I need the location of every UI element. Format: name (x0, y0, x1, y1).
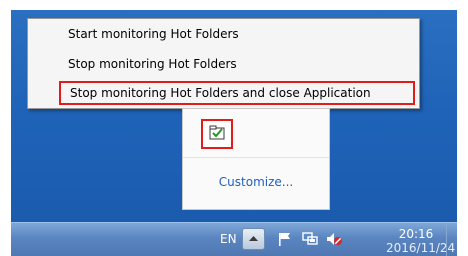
up-arrow-icon (249, 236, 258, 241)
notification-area-overflow: Customize... (182, 108, 330, 210)
show-desktop-button[interactable] (446, 223, 457, 256)
network-icon[interactable] (301, 231, 319, 247)
system-clock[interactable]: 20:16 2016/11/24 (386, 227, 456, 255)
language-indicator[interactable]: EN (220, 232, 237, 246)
clock-date: 2016/11/24 (386, 241, 456, 255)
menu-item-start-monitoring[interactable]: Start monitoring Hot Folders (68, 23, 239, 45)
hot-folder-app-icon-button[interactable] (201, 119, 233, 149)
hot-folder-check-icon (209, 125, 225, 140)
menu-item-stop-and-close[interactable]: Stop monitoring Hot Folders and close Ap… (59, 81, 415, 105)
context-menu: Start monitoring Hot Folders Stop monito… (27, 18, 420, 109)
customize-link[interactable]: Customize... (183, 175, 329, 189)
clock-time: 20:16 (398, 227, 434, 241)
show-hidden-icons-button[interactable] (242, 228, 265, 250)
volume-muted-icon[interactable] (325, 231, 343, 247)
taskbar: EN 20:16 2016/11/24 (11, 222, 457, 256)
menu-item-stop-monitoring[interactable]: Stop monitoring Hot Folders (68, 53, 237, 75)
action-center-flag-icon[interactable] (276, 231, 294, 247)
separator (183, 157, 329, 158)
